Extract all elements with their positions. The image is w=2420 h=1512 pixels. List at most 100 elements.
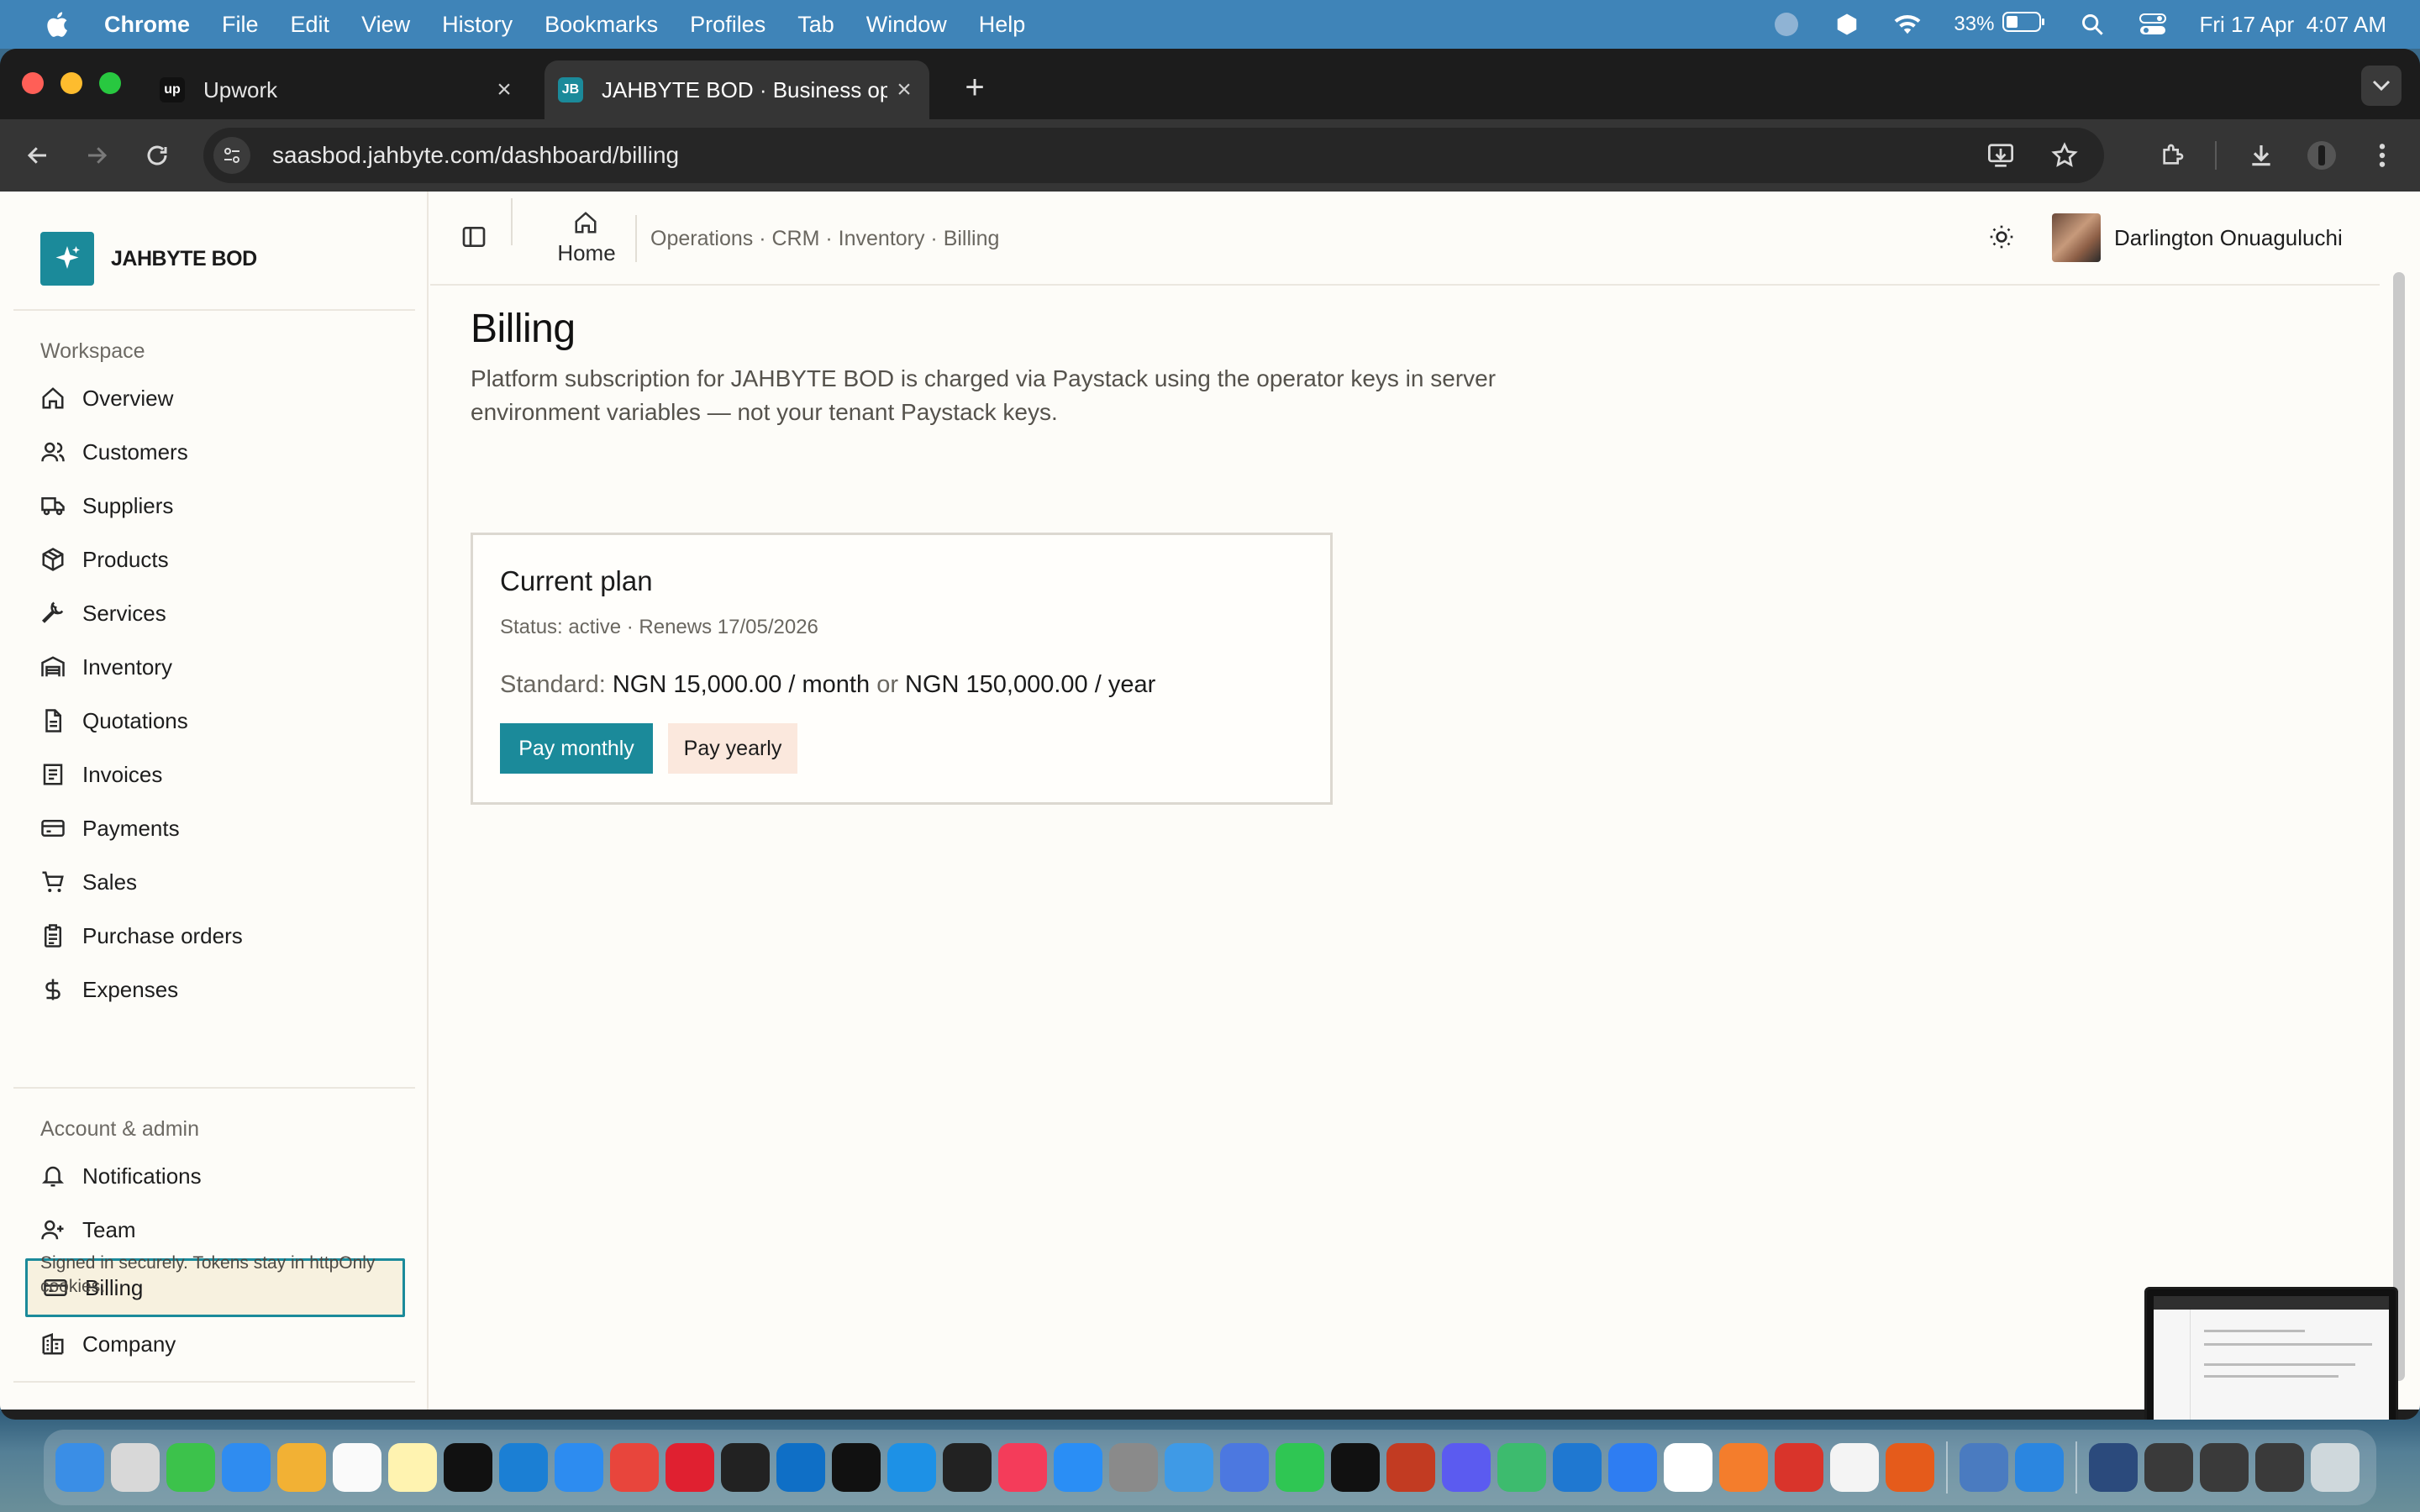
sidebar-item-inventory[interactable]: Inventory xyxy=(25,640,405,694)
simulator-icon[interactable] xyxy=(1220,1443,1269,1492)
terminal-icon[interactable] xyxy=(832,1443,881,1492)
home-breadcrumb[interactable]: Home xyxy=(546,210,627,266)
app-store-icon[interactable] xyxy=(1054,1443,1102,1492)
textedit-icon[interactable] xyxy=(1830,1443,1879,1492)
sidebar-item-team[interactable]: Team xyxy=(25,1203,405,1257)
volkswagen-folder-icon[interactable] xyxy=(2089,1443,2138,1492)
calendar-icon[interactable] xyxy=(333,1443,381,1492)
apple-tv-icon[interactable] xyxy=(444,1443,492,1492)
menu-file[interactable]: File xyxy=(222,12,259,38)
photos-icon[interactable] xyxy=(277,1443,326,1492)
downloads-icon[interactable] xyxy=(2242,136,2281,175)
trash-icon[interactable] xyxy=(2311,1443,2360,1492)
menu-history[interactable]: History xyxy=(442,12,513,38)
menu-edit[interactable]: Edit xyxy=(291,12,330,38)
scrollbar-thumb[interactable] xyxy=(2393,272,2405,1381)
recent-window-icon[interactable] xyxy=(2255,1443,2304,1492)
fullscreen-window-button[interactable] xyxy=(99,72,121,94)
bookmark-star-icon[interactable] xyxy=(2045,136,2084,175)
vscode-icon[interactable] xyxy=(776,1443,825,1492)
music-icon[interactable] xyxy=(998,1443,1047,1492)
sidebar-item-notifications[interactable]: Notifications xyxy=(25,1149,405,1203)
safari-icon[interactable] xyxy=(555,1443,603,1492)
xcode-icon[interactable] xyxy=(1553,1443,1602,1492)
sidebar-item-invoices[interactable]: Invoices xyxy=(25,748,405,801)
menu-profiles[interactable]: Profiles xyxy=(690,12,765,38)
sidebar-item-overview[interactable]: Overview xyxy=(25,371,405,425)
unity-icon[interactable] xyxy=(721,1443,770,1492)
files-icon[interactable] xyxy=(1165,1443,1213,1492)
pay-yearly-button[interactable]: Pay yearly xyxy=(668,723,797,774)
new-tab-button[interactable]: + xyxy=(951,64,998,111)
profile-avatar-icon[interactable] xyxy=(2302,136,2341,175)
mail-icon[interactable] xyxy=(222,1443,271,1492)
close-window-button[interactable] xyxy=(22,72,44,94)
recent-window-icon[interactable] xyxy=(2200,1443,2249,1492)
back-button[interactable] xyxy=(18,136,57,175)
apple-icon[interactable] xyxy=(32,10,81,39)
notes-icon[interactable] xyxy=(388,1443,437,1492)
game-app-icon[interactable] xyxy=(1386,1443,1435,1492)
menu-bookmarks[interactable]: Bookmarks xyxy=(544,12,658,38)
sidebar-item-sales[interactable]: Sales xyxy=(25,855,405,909)
sidebar-item-services[interactable]: Services xyxy=(25,586,405,640)
mongodb-icon[interactable] xyxy=(1664,1443,1712,1492)
screenshot-thumbnail-preview[interactable] xyxy=(2144,1287,2398,1420)
upwork-status-icon[interactable] xyxy=(1772,10,1801,39)
launchpad-icon[interactable] xyxy=(111,1443,160,1492)
sidebar-item-quotations[interactable]: Quotations xyxy=(25,694,405,748)
proton-vpn-icon[interactable] xyxy=(1442,1443,1491,1492)
spotlight-search-icon[interactable] xyxy=(2078,10,2107,39)
firefox-icon[interactable] xyxy=(1886,1443,1934,1492)
sidebar-item-suppliers[interactable]: Suppliers xyxy=(25,479,405,533)
chrome-menu-icon[interactable] xyxy=(2363,136,2402,175)
brand[interactable]: JAHBYTE BOD xyxy=(40,232,257,286)
battery-status[interactable]: 33% xyxy=(1954,11,2046,39)
close-tab-icon[interactable]: × xyxy=(487,76,521,104)
minimize-window-button[interactable] xyxy=(60,72,82,94)
tab-search-button[interactable] xyxy=(2361,66,2402,106)
messages-icon[interactable] xyxy=(166,1443,215,1492)
address-bar[interactable]: saasbod.jahbyte.com/dashboard/billing xyxy=(203,128,2104,183)
control-center-icon[interactable] xyxy=(2139,10,2167,39)
sidebar-toggle-icon[interactable] xyxy=(460,223,491,254)
user-menu[interactable]: Darlington Onuaguluchi xyxy=(2052,213,2343,262)
instruments-icon[interactable] xyxy=(1608,1443,1657,1492)
archive-utility-icon[interactable] xyxy=(1775,1443,1823,1492)
disk-utility-icon[interactable] xyxy=(1960,1443,2008,1492)
whatsapp-icon[interactable] xyxy=(1276,1443,1324,1492)
quicktime-icon[interactable] xyxy=(2015,1443,2064,1492)
sidebar-item-company[interactable]: Company xyxy=(25,1317,405,1371)
chrome-icon[interactable] xyxy=(610,1443,659,1492)
upwork-icon[interactable] xyxy=(1331,1443,1380,1492)
sidebar-item-products[interactable]: Products xyxy=(25,533,405,586)
menu-app-name[interactable]: Chrome xyxy=(104,12,190,38)
menu-window[interactable]: Window xyxy=(866,12,947,38)
sidebar-item-payments[interactable]: Payments xyxy=(25,801,405,855)
sidebar-item-customers[interactable]: Customers xyxy=(25,425,405,479)
sun-theme-icon[interactable] xyxy=(1988,223,2018,254)
sidebar-item-purchase-orders[interactable]: Purchase orders xyxy=(25,909,405,963)
url-text[interactable]: saasbod.jahbyte.com/dashboard/billing xyxy=(272,142,679,169)
box-status-icon[interactable] xyxy=(1833,10,1861,39)
page-scrollbar[interactable] xyxy=(2380,192,2420,1410)
menu-tab[interactable]: Tab xyxy=(797,12,834,38)
system-settings-icon[interactable] xyxy=(1109,1443,1158,1492)
install-app-icon[interactable] xyxy=(1981,136,2020,175)
pay-monthly-button[interactable]: Pay monthly xyxy=(500,723,653,774)
sidebar-item-expenses[interactable]: Expenses xyxy=(25,963,405,1016)
recent-window-icon[interactable] xyxy=(2144,1443,2193,1492)
close-tab-icon[interactable]: × xyxy=(887,76,921,104)
docker-icon[interactable] xyxy=(887,1443,936,1492)
figma-icon[interactable] xyxy=(943,1443,992,1492)
finder-icon[interactable] xyxy=(55,1443,104,1492)
reload-button[interactable] xyxy=(138,136,176,175)
postman-icon[interactable] xyxy=(1719,1443,1768,1492)
menubar-clock[interactable]: Fri 17 Apr 4:07 AM xyxy=(2199,12,2386,38)
wifi-icon[interactable] xyxy=(1893,10,1922,39)
opera-icon[interactable] xyxy=(666,1443,714,1492)
forward-button[interactable] xyxy=(77,136,116,175)
edge-icon[interactable] xyxy=(499,1443,548,1492)
menu-view[interactable]: View xyxy=(361,12,410,38)
menu-help[interactable]: Help xyxy=(979,12,1026,38)
